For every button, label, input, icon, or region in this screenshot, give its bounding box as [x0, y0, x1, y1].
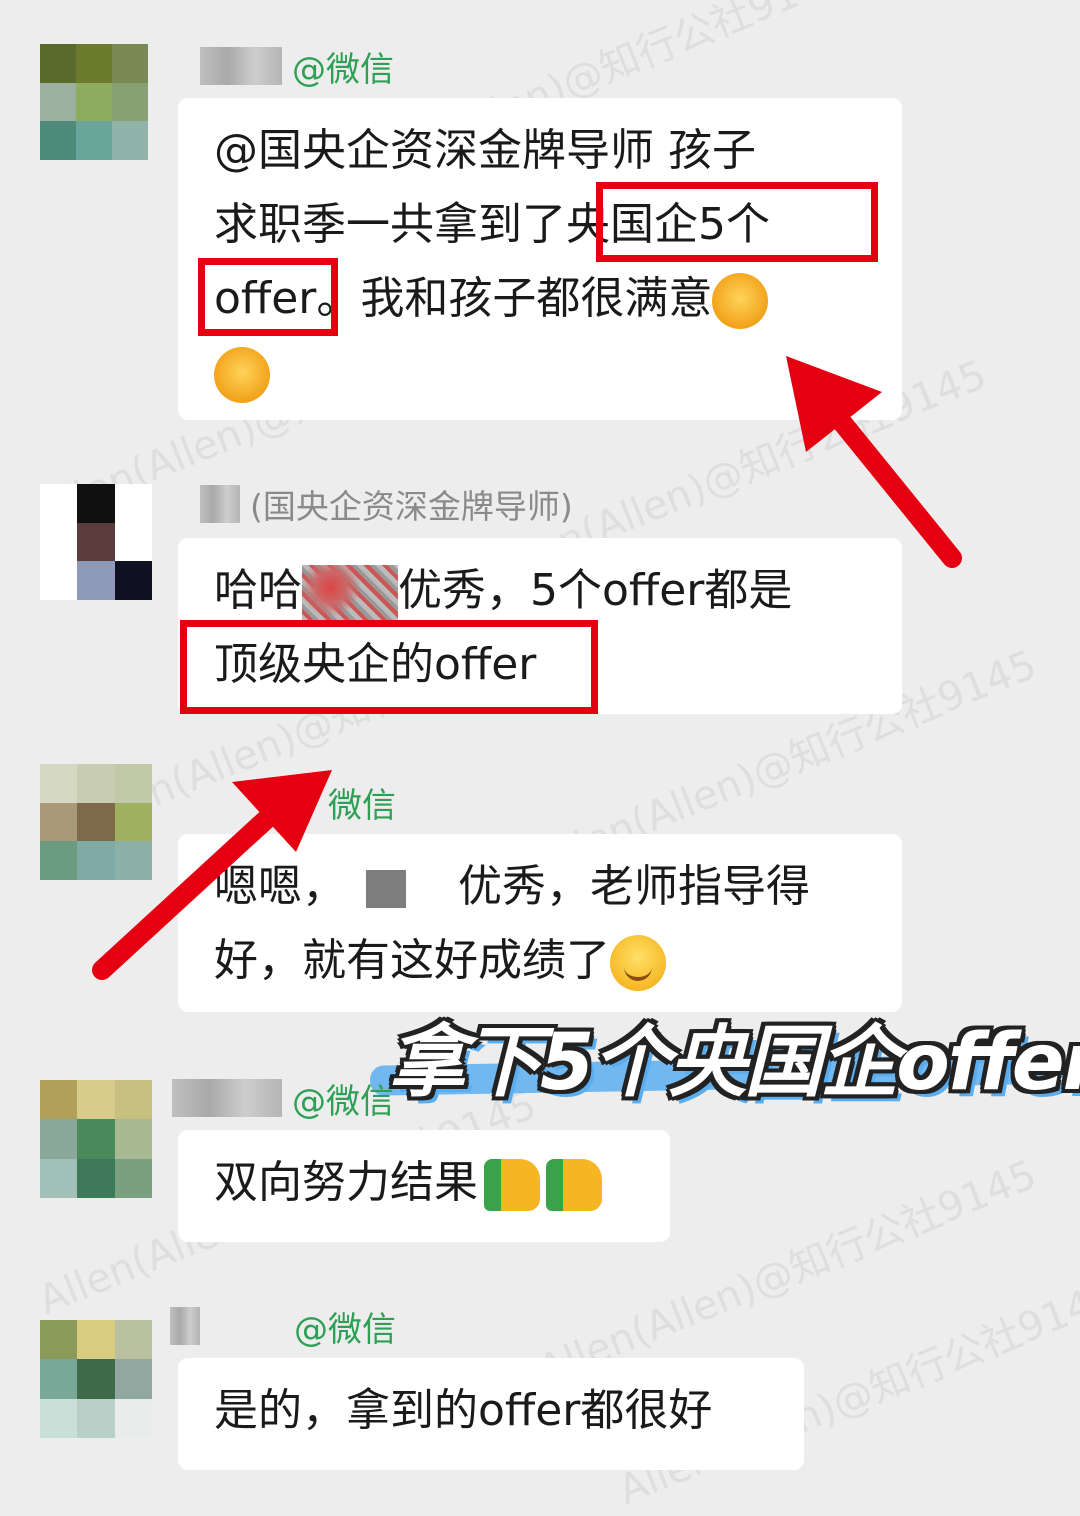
arrow-icon — [92, 770, 332, 980]
arrow-annotation — [92, 356, 962, 980]
arrow-icon — [786, 356, 962, 568]
